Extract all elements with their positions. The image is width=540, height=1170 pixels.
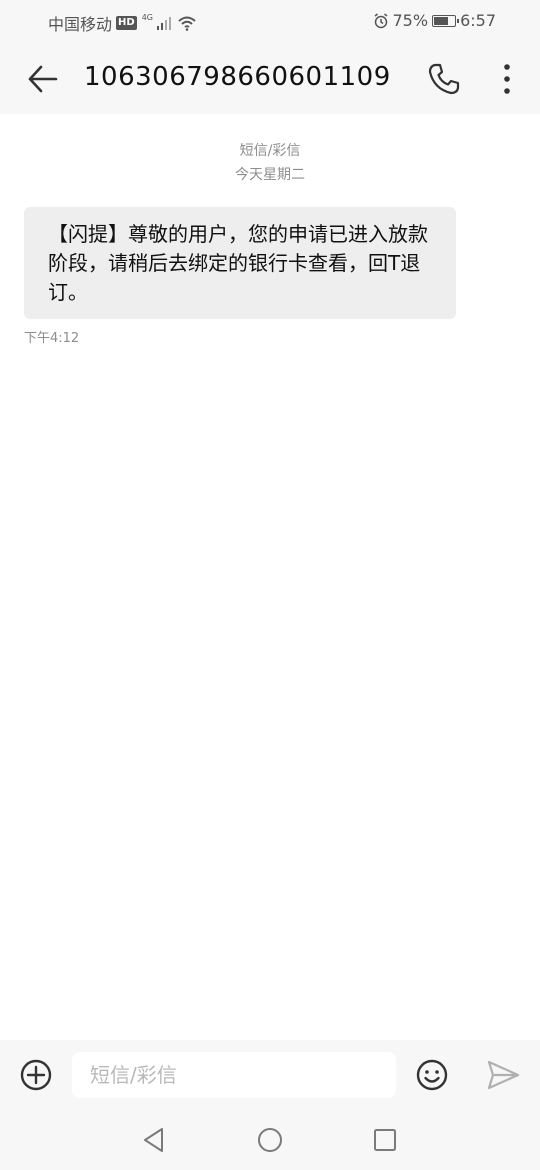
compose-bar: [0, 1040, 540, 1170]
hd-badge: HD: [116, 16, 137, 30]
message-type-label: 短信/彩信: [239, 143, 301, 159]
clock-time: 6:57: [460, 11, 496, 30]
network-type: 4G: [141, 13, 153, 22]
message-text: 【闪提】尊敬的用户，您的申请已进入放款阶段，请稍后去绑定的银行卡查看，回T退订。: [48, 222, 428, 304]
emoji-button[interactable]: [414, 1057, 450, 1093]
message-input[interactable]: [72, 1052, 396, 1098]
battery-percent: 75%: [392, 11, 429, 30]
status-left: 中国移动 HD 4G: [48, 11, 197, 35]
wifi-icon: [177, 15, 197, 31]
nav-recent-button[interactable]: [371, 1126, 399, 1154]
smiley-icon: [416, 1059, 448, 1091]
more-vertical-icon: [504, 64, 510, 94]
alarm-icon: [373, 12, 389, 29]
arrow-left-icon: [28, 65, 58, 93]
square-recent-icon: [374, 1129, 396, 1151]
nav-back-button[interactable]: [140, 1126, 168, 1154]
status-bar: 中国移动 HD 4G 75% 6:57: [0, 0, 540, 44]
plus-circle-icon: [20, 1059, 52, 1091]
conversation-header: 106306798660601109: [0, 44, 540, 114]
triangle-back-icon: [144, 1128, 163, 1152]
send-icon: [487, 1060, 520, 1090]
contact-title: 106306798660601109: [84, 62, 391, 92]
attach-button[interactable]: [18, 1057, 54, 1093]
more-options-button[interactable]: [494, 61, 520, 97]
message-time: 下午4:12: [24, 331, 80, 346]
phone-icon: [428, 63, 460, 95]
signal-icon: [156, 16, 173, 30]
send-button[interactable]: [485, 1058, 521, 1092]
message-bubble[interactable]: 【闪提】尊敬的用户，您的申请已进入放款阶段，请稍后去绑定的银行卡查看，回T退订。: [24, 207, 456, 319]
circle-home-icon: [258, 1128, 282, 1152]
call-button[interactable]: [426, 61, 462, 97]
back-button[interactable]: [26, 62, 60, 96]
battery-icon: [432, 14, 460, 27]
nav-home-button[interactable]: [256, 1126, 284, 1154]
battery-fill: [434, 16, 449, 25]
status-right: 75% 6:57: [373, 11, 496, 30]
carrier-name: 中国移动: [48, 15, 113, 34]
date-label: 今天星期二: [235, 167, 305, 183]
